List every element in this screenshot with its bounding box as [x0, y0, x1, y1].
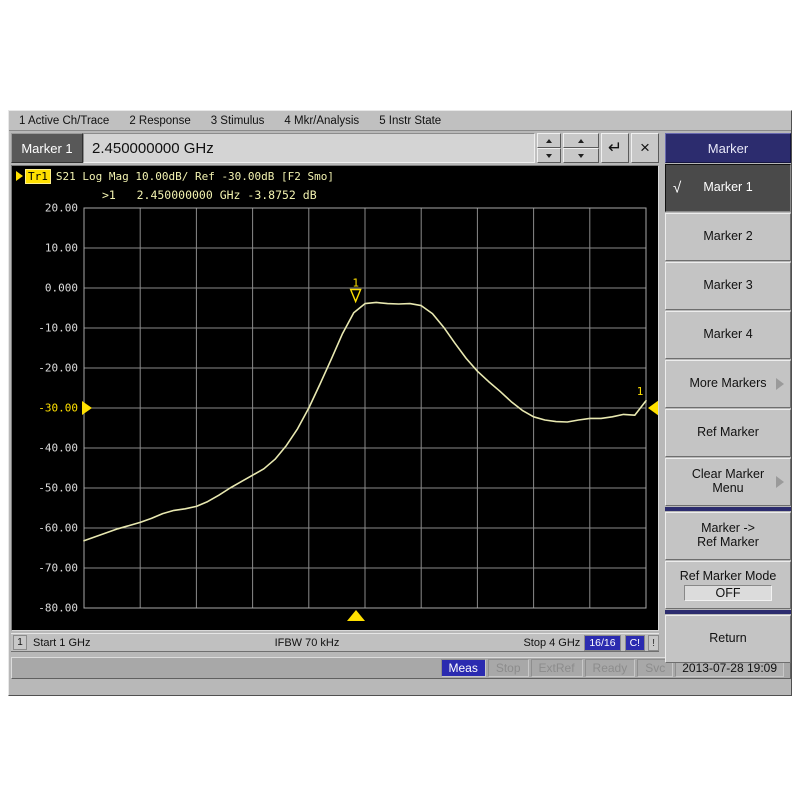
ref-marker-arrow-icon[interactable] — [648, 400, 659, 416]
trace-graph-area[interactable]: Tr1 S21 Log Mag 10.00dB/ Ref -30.00dB [F… — [11, 165, 659, 631]
marker-triangle-icon[interactable] — [351, 290, 361, 302]
ref-level-arrow-icon[interactable] — [82, 401, 92, 415]
stepper-coarse-up[interactable] — [563, 133, 599, 148]
entry-stepper-coarse[interactable] — [563, 133, 599, 163]
stimulus-stop[interactable]: Stop 4 GHz — [523, 637, 580, 649]
softkey-value[interactable]: OFF — [684, 585, 772, 601]
marker-frequency-input[interactable]: 2.450000000 GHz — [83, 133, 535, 163]
chevron-down-icon — [546, 154, 552, 158]
menu-bar: 1 Active Ch/Trace 2 Response 3 Stimulus … — [9, 111, 792, 131]
channel-status-bar: 1 Start 1 GHz IFBW 70 kHz Stop 4 GHz 16/… — [11, 633, 659, 652]
marker-position-arrow-icon[interactable] — [347, 610, 365, 621]
softkey-menu-title: Marker — [665, 133, 791, 163]
softkey-panel: Marker √ Marker 1 Marker 2 Marker 3 Marker 4… — [665, 133, 791, 653]
softkey-marker-3[interactable]: Marker 3 — [665, 262, 791, 310]
softkey-separator — [665, 507, 791, 511]
entry-stepper-fine[interactable] — [537, 133, 561, 163]
ref-marker-label: 1 — [637, 385, 644, 398]
softkey-label: Marker 2 — [703, 229, 752, 243]
close-icon[interactable]: × — [631, 133, 659, 163]
entry-label: Marker 1 — [11, 133, 83, 163]
chevron-down-icon — [578, 154, 584, 158]
chevron-right-icon — [776, 378, 784, 390]
chevron-right-icon — [776, 476, 784, 488]
menu-item-mkr-analysis[interactable]: 4 Mkr/Analysis — [282, 114, 361, 128]
stepper-coarse-down[interactable] — [563, 148, 599, 163]
softkey-separator — [665, 610, 791, 614]
correction-indicator[interactable]: C! — [625, 635, 646, 651]
softkey-ref-marker-mode[interactable]: Ref Marker Mode OFF — [665, 561, 791, 609]
softkey-list: √ Marker 1 Marker 2 Marker 3 Marker 4 More Ma… — [665, 164, 791, 663]
stimulus-start[interactable]: Start 1 GHz — [33, 637, 90, 649]
softkey-label: Ref Marker Mode — [680, 569, 777, 583]
stepper-fine-down[interactable] — [537, 148, 561, 163]
status-extref[interactable]: ExtRef — [531, 659, 583, 677]
status-stop[interactable]: Stop — [488, 659, 529, 677]
chevron-up-icon — [546, 139, 552, 143]
softkey-marker-4[interactable]: Marker 4 — [665, 311, 791, 359]
softkey-label: Return — [709, 631, 747, 645]
menu-item-instr-state[interactable]: 5 Instr State — [377, 114, 443, 128]
softkey-label: Marker -> Ref Marker — [697, 521, 759, 550]
softkey-label: Marker 4 — [703, 327, 752, 341]
status-meas[interactable]: Meas — [441, 659, 486, 677]
softkey-label: Marker 1 — [703, 180, 752, 194]
entry-bar: Marker 1 2.450000000 GHz ↵ × — [11, 133, 659, 163]
softkey-label: Clear Marker Menu — [692, 467, 764, 496]
warning-indicator[interactable]: ! — [648, 635, 659, 651]
stepper-fine-up[interactable] — [537, 133, 561, 148]
softkey-marker-1[interactable]: √ Marker 1 — [665, 164, 791, 212]
softkey-clear-marker-menu[interactable]: Clear Marker Menu — [665, 458, 791, 506]
softkey-ref-marker[interactable]: Ref Marker — [665, 409, 791, 457]
trace-plot: 11 — [12, 166, 659, 631]
menu-item-response[interactable]: 2 Response — [127, 114, 192, 128]
menu-item-stimulus[interactable]: 3 Stimulus — [209, 114, 267, 128]
sweep-points-indicator[interactable]: 16/16 — [584, 635, 620, 651]
softkey-marker-2[interactable]: Marker 2 — [665, 213, 791, 261]
ifbw-value[interactable]: IFBW 70 kHz — [275, 637, 340, 649]
chevron-up-icon — [578, 139, 584, 143]
channel-number[interactable]: 1 — [13, 635, 27, 650]
softkey-label: More Markers — [689, 376, 766, 390]
menu-item-active-ch-trace[interactable]: 1 Active Ch/Trace — [17, 114, 111, 128]
softkey-marker-ref-marker[interactable]: Marker -> Ref Marker — [665, 512, 791, 560]
marker-label: 1 — [352, 277, 359, 290]
softkey-label: Marker 3 — [703, 278, 752, 292]
check-icon: √ — [673, 179, 681, 196]
softkey-more-markers[interactable]: More Markers — [665, 360, 791, 408]
softkey-return[interactable]: Return — [665, 615, 791, 663]
softkey-label: Ref Marker — [697, 425, 759, 439]
vna-application-window: 1 Active Ch/Trace 2 Response 3 Stimulus … — [8, 110, 792, 696]
enter-button[interactable]: ↵ — [601, 133, 629, 163]
status-ready[interactable]: Ready — [585, 659, 636, 677]
